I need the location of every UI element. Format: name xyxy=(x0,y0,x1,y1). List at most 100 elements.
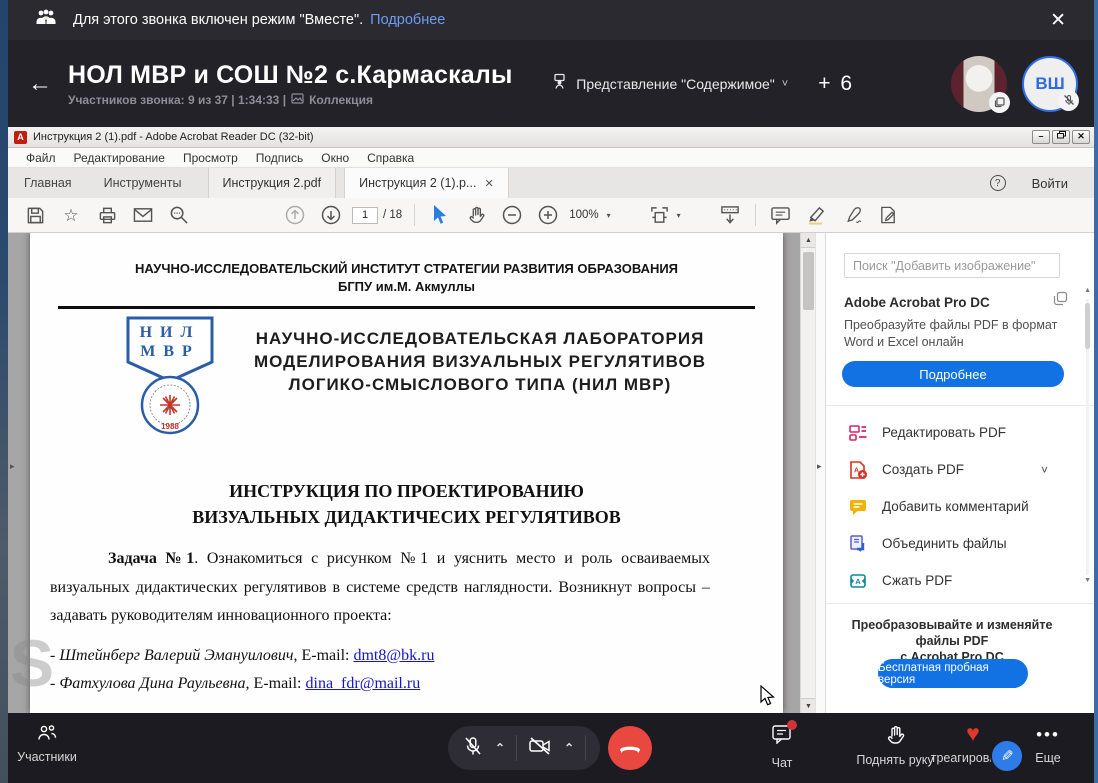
tool-edit-pdf[interactable]: Редактировать PDF xyxy=(826,414,1078,451)
participant-avatar-2[interactable] xyxy=(951,56,1007,112)
sidebar-scroll-down-icon[interactable]: ▼ xyxy=(1084,577,1091,584)
together-mode-banner: Для этого звонка включен режим "Вместе".… xyxy=(8,0,1094,40)
zoom-in-icon[interactable] xyxy=(535,202,561,228)
tool-compress-pdf[interactable]: A Сжать PDF xyxy=(826,562,1078,599)
chevron-down-icon[interactable]: ˅ xyxy=(1041,463,1048,477)
participants-button[interactable]: Участники xyxy=(14,724,80,764)
compress-pdf-icon: A xyxy=(848,571,868,591)
menu-window[interactable]: Окно xyxy=(321,151,349,165)
fill-sign-pen-icon[interactable] xyxy=(840,202,866,228)
contact2-name: - Фатхулова Дина Раульевна xyxy=(50,675,246,692)
window-close-button[interactable]: ✕ xyxy=(1072,130,1090,144)
acrobat-window: A Инструкция 2 (1).pdf - Adobe Acrobat R… xyxy=(8,127,1094,713)
right-pane-arrow-icon[interactable]: ▸ xyxy=(817,461,822,472)
print-icon[interactable] xyxy=(94,202,120,228)
window-title: Инструкция 2 (1).pdf - Adobe Acrobat Rea… xyxy=(33,131,314,143)
window-edge-right xyxy=(1094,0,1098,783)
camera-options-chevron-icon[interactable]: ⌃ xyxy=(564,741,574,755)
sidebar-scroll-up-icon[interactable]: ▲ xyxy=(1084,287,1091,294)
call-subtitle-text: Участников звонка: 9 из 37 | 1:34:33 | xyxy=(68,93,286,107)
more-actions-button[interactable]: ••• Еще xyxy=(1020,726,1076,765)
camera-muted-icon[interactable] xyxy=(528,736,553,761)
highlighter-icon[interactable] xyxy=(804,202,830,228)
menu-view[interactable]: Просмотр xyxy=(183,151,238,165)
email-icon[interactable] xyxy=(130,202,156,228)
window-minimize-button[interactable]: – xyxy=(1032,130,1050,144)
scrollbar-thumb[interactable] xyxy=(803,252,814,310)
save-icon[interactable] xyxy=(22,202,48,228)
learn-more-button[interactable]: Подробнее xyxy=(842,361,1064,387)
annotation-pencil-badge[interactable]: ✎ xyxy=(990,739,1024,773)
fit-page-icon[interactable] xyxy=(647,202,673,228)
banner-learn-more-link[interactable]: Подробнее xyxy=(370,12,445,28)
free-trial-button[interactable]: Бесплатная пробная версия xyxy=(878,659,1028,688)
hang-up-button[interactable] xyxy=(608,726,652,770)
scrolling-mode-icon[interactable] xyxy=(717,202,743,228)
screen-share-badge-icon xyxy=(989,92,1010,113)
overflow-participants-count[interactable]: + 6 xyxy=(818,72,854,96)
contact1-email-link[interactable]: dmt8@bk.ru xyxy=(353,647,434,664)
mic-muted-icon[interactable] xyxy=(462,735,484,762)
close-icon[interactable]: ✕ xyxy=(1050,11,1066,30)
tool-add-comment[interactable]: Добавить комментарий xyxy=(826,488,1078,525)
participant-avatar-1[interactable] xyxy=(880,56,936,112)
tab-tools[interactable]: Инструменты xyxy=(88,168,198,198)
doc-main-title-line2: ВИЗУАЛЬНЫХ ДИДАКТИЧЕСИХ РЕГУЛЯТИВОВ xyxy=(30,507,783,528)
tab-document-2-active[interactable]: Инструкция 2 (1).p... ✕ xyxy=(344,168,509,198)
contact2-email-link[interactable]: dina_fdr@mail.ru xyxy=(306,675,421,692)
tool-create-pdf[interactable]: A Создать PDF ˅ xyxy=(826,451,1078,488)
more-label: Еще xyxy=(1035,751,1060,765)
search-icon[interactable] xyxy=(166,202,192,228)
view-mode-label[interactable]: Представление "Содержимое" xyxy=(576,76,775,92)
sidebar-divider xyxy=(826,405,1094,406)
call-title: НОЛ МВР и СОШ №2 с.Кармаскалы xyxy=(68,61,513,90)
tool-combine-files[interactable]: Объединить файлы xyxy=(826,525,1078,562)
lab-title-line3: ЛОГИКО-СМЫСЛОВОГО ТИПА (НИЛ МВР) xyxy=(215,375,745,395)
contact1-name: - Штейнберг Валерий Эмануилович xyxy=(50,647,294,664)
left-pane-arrow-icon[interactable]: ▸ xyxy=(10,461,15,472)
help-icon[interactable]: ? xyxy=(990,175,1006,191)
tab-document-1[interactable]: Инструкция 2.pdf xyxy=(208,168,337,198)
menu-file[interactable]: Файл xyxy=(26,151,56,165)
tab-close-icon[interactable]: ✕ xyxy=(484,177,493,190)
participant-avatar-initials[interactable]: ВШ xyxy=(1022,56,1078,112)
zoom-out-icon[interactable] xyxy=(499,202,525,228)
menu-edit[interactable]: Редактирование xyxy=(74,151,165,165)
back-arrow-icon[interactable]: ← xyxy=(28,70,62,98)
search-input[interactable] xyxy=(844,253,1060,278)
sidebar-scroll-thumb[interactable] xyxy=(1085,303,1090,349)
page-number-input[interactable] xyxy=(352,207,378,224)
document-scrollbar[interactable]: ▲ ▼ xyxy=(800,233,815,713)
zoom-caret-icon[interactable]: ▾ xyxy=(607,211,611,220)
more-dots-icon[interactable]: ••• xyxy=(1036,726,1060,744)
more-tools-icon[interactable] xyxy=(876,202,902,228)
menu-sign[interactable]: Подпись xyxy=(256,151,304,165)
comment-bubble-icon[interactable] xyxy=(768,202,794,228)
menu-help[interactable]: Справка xyxy=(367,151,414,165)
tab-home[interactable]: Главная xyxy=(8,168,88,198)
heart-reaction-icon[interactable]: ♥ xyxy=(966,722,980,744)
tool-label: Сжать PDF xyxy=(882,573,952,588)
fit-caret-icon[interactable]: ▾ xyxy=(677,211,681,220)
mic-muted-badge-icon xyxy=(1058,90,1079,111)
collection-label[interactable]: Коллекция xyxy=(309,93,373,107)
svg-text:1988: 1988 xyxy=(161,422,179,431)
scroll-up-icon[interactable]: ▲ xyxy=(801,233,816,248)
window-restore-button[interactable] xyxy=(1052,130,1070,144)
previous-page-icon[interactable] xyxy=(282,202,308,228)
chevron-down-icon[interactable]: ˅ xyxy=(782,78,788,90)
mic-options-chevron-icon[interactable]: ⌃ xyxy=(495,741,505,755)
sign-in-button[interactable]: Войти xyxy=(1032,176,1068,191)
star-icon[interactable]: ☆ xyxy=(58,202,84,228)
doc-contact-line-1: - Штейнберг Валерий Эмануилович, E-mail:… xyxy=(50,647,434,665)
hand-tool-icon[interactable] xyxy=(463,202,489,228)
avatar-initials: ВШ xyxy=(1035,74,1064,94)
next-page-icon[interactable] xyxy=(318,202,344,228)
tool-label: Добавить комментарий xyxy=(882,499,1029,514)
select-cursor-icon[interactable] xyxy=(427,202,453,228)
window-edge-left xyxy=(0,0,8,783)
scroll-down-icon[interactable]: ▼ xyxy=(801,698,816,713)
pdf-viewport[interactable]: НАУЧНО-ИССЛЕДОВАТЕЛЬСКИЙ ИНСТИТУТ СТРАТЕ… xyxy=(8,233,800,713)
zoom-level-value[interactable]: 100% xyxy=(569,209,598,221)
chat-button[interactable]: Чат xyxy=(752,724,812,770)
